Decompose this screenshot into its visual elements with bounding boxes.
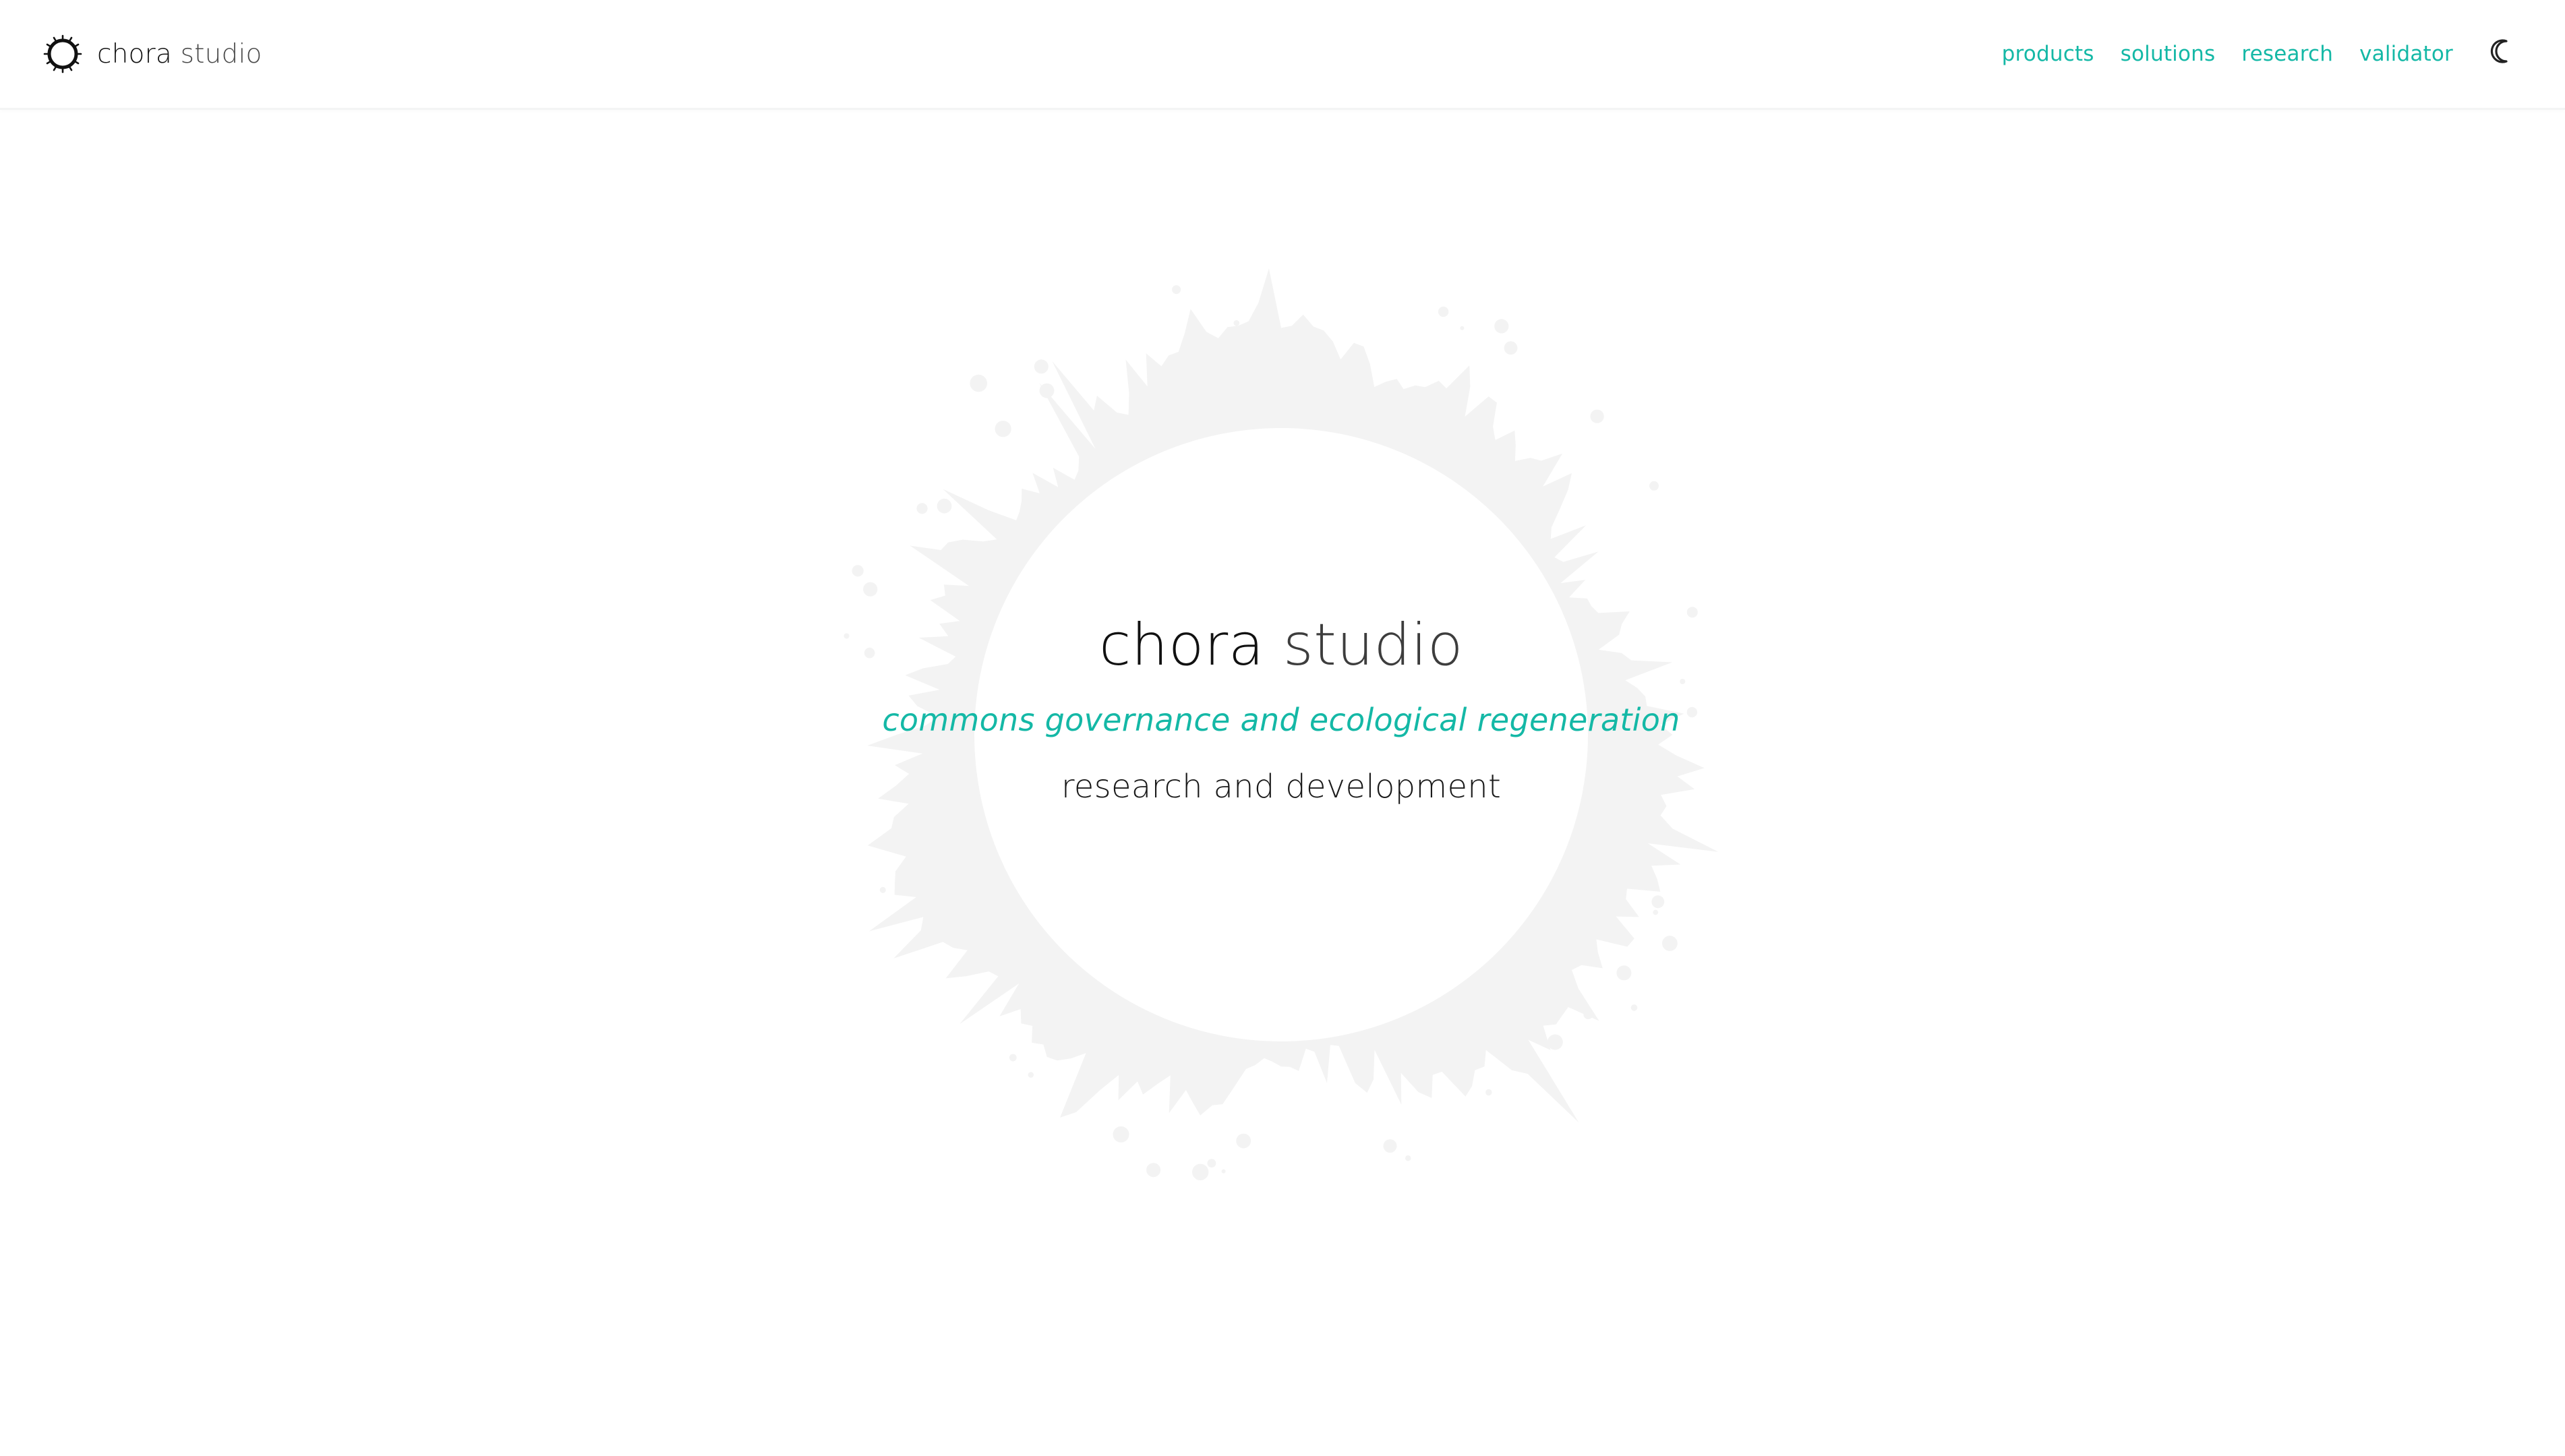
hero-title-first: chora <box>1099 611 1264 679</box>
splash-droplet <box>1383 1139 1397 1153</box>
nav-link-validator[interactable]: validator <box>2359 42 2453 66</box>
top-navbar: chora studio products solutions research… <box>0 0 2565 110</box>
splash-droplet <box>1233 320 1240 326</box>
splash-droplet <box>1039 383 1055 398</box>
theme-toggle-button[interactable] <box>2488 36 2518 66</box>
main-nav: products solutions research validator <box>2002 31 2518 77</box>
splash-droplet <box>1009 1054 1017 1062</box>
splash-droplet <box>1583 1010 1593 1019</box>
chora-ring-logo-icon <box>43 34 82 73</box>
splash-droplet <box>1192 1163 1209 1181</box>
nav-link-solutions[interactable]: solutions <box>2121 42 2216 66</box>
hero-subtitle: research and development <box>1061 767 1502 806</box>
splash-droplet <box>1405 1155 1411 1161</box>
splash-droplet <box>1651 895 1665 909</box>
page: chora studio products solutions research… <box>0 0 2565 1456</box>
splash-droplet <box>879 886 886 893</box>
splash-droplet <box>1494 319 1509 334</box>
splash-droplet <box>1028 1072 1034 1078</box>
splash-droplet <box>1662 936 1678 951</box>
hero-title-second: studio <box>1282 611 1463 679</box>
nav-link-products[interactable]: products <box>2002 42 2094 66</box>
brand-name-second: studio <box>180 38 262 69</box>
splash-droplet <box>1207 1159 1216 1168</box>
splash-droplet <box>1236 1133 1251 1149</box>
splash-droplet <box>1146 1163 1161 1178</box>
splash-droplet <box>970 374 987 392</box>
splash-droplet <box>1221 1169 1226 1174</box>
splash-droplet <box>1649 481 1659 491</box>
splash-droplet <box>1438 306 1449 317</box>
hero-title: chora studio <box>742 613 1821 677</box>
splash-droplet <box>1172 285 1181 295</box>
splash-droplet <box>863 582 878 597</box>
splash-droplet <box>1034 359 1049 374</box>
brand-name: chora studio <box>97 39 262 69</box>
splash-droplet <box>1113 1126 1129 1143</box>
splash-droplet <box>1616 965 1632 981</box>
splash-droplet <box>852 565 864 577</box>
splash-droplet <box>1460 326 1465 330</box>
splash-droplet <box>916 503 928 514</box>
nav-link-research[interactable]: research <box>2241 42 2333 66</box>
splash-droplet <box>1547 1034 1563 1050</box>
splash-droplet <box>1653 909 1659 915</box>
splash-droplet <box>995 421 1011 437</box>
hero-tagline: commons governance and ecological regene… <box>882 701 1680 738</box>
splash-droplet <box>937 498 952 514</box>
moon-icon <box>2490 39 2508 63</box>
splash-droplet <box>1590 409 1604 423</box>
hero-text: chora studio commons governance and ecol… <box>742 613 1821 806</box>
brand-home-link[interactable]: chora studio <box>40 31 262 77</box>
splash-droplet <box>1485 1089 1492 1096</box>
brand-name-first: chora <box>97 38 172 69</box>
hero-section: chora studio commons governance and ecol… <box>0 108 2565 1456</box>
splash-droplet <box>1630 1004 1638 1011</box>
splash-droplet <box>1504 341 1518 355</box>
